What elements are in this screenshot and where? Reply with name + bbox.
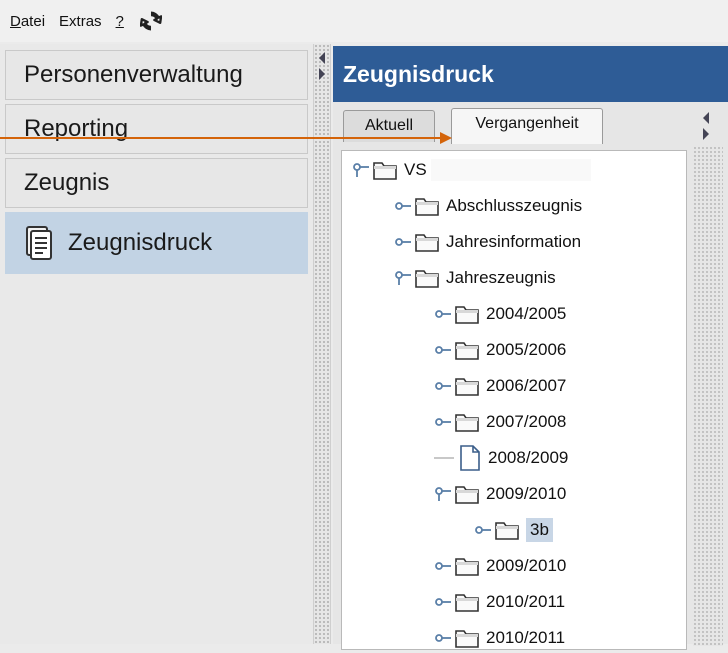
panel-title: Zeugnisdruck [333,46,728,102]
left-navigation: Personenverwaltung Reporting Zeugnis Zeu… [0,44,313,644]
folder-icon [415,198,439,216]
redacted-region [430,159,591,181]
expanded-handle-icon[interactable] [394,270,412,286]
nav-item-zeugnisdruck-label: Zeugnisdruck [68,229,213,256]
tree-node[interactable]: 2006/2007 [434,371,566,401]
nav-item-personenverwaltung[interactable]: Personenverwaltung [5,50,308,100]
tree-node-label: 2004/2005 [486,304,567,323]
tree-node-label: 2005/2006 [486,340,567,359]
tree-node[interactable]: Abschlusszeugnis [394,191,582,221]
tree-node[interactable]: Jahresinformation [394,227,581,257]
folder-icon [455,630,479,648]
collapsed-handle-icon[interactable] [434,414,452,430]
collapsed-handle-icon[interactable] [394,198,412,214]
menu-datei-rest: atei [20,12,46,30]
nav-item-reporting[interactable]: Reporting [5,104,308,154]
folder-icon [455,594,479,612]
tree-node[interactable]: 2007/2008 [434,407,566,437]
tree-node-label: 3b [526,518,553,542]
collapse-arrows-icon[interactable] [701,110,711,144]
folder-icon [455,306,479,324]
folder-icon [455,414,479,432]
tree-node-root[interactable]: VS [352,155,591,185]
tree-node[interactable]: 2010/2011 [434,623,565,653]
folder-icon [495,522,519,540]
tree-connector [434,457,454,459]
split-divider[interactable] [313,44,331,644]
tree-node[interactable]: 3b [474,515,553,545]
folder-icon [415,234,439,252]
side-strip [693,146,723,646]
nav-item-zeugnisdruck[interactable]: Zeugnisdruck [5,212,308,274]
tree-node-label: Jahreszeugnis [446,268,556,287]
folder-icon [455,558,479,576]
folder-icon [455,378,479,396]
tab-aktuell[interactable]: Aktuell [343,110,435,142]
collapsed-handle-icon[interactable] [434,306,452,322]
file-icon [460,445,480,471]
tree-node-label: 2009/2010 [486,484,567,503]
folder-icon [455,486,479,504]
tree-node-label: Abschlusszeugnis [446,196,583,215]
tree-node-label: 2008/2009 [488,448,569,467]
collapse-arrows-icon[interactable] [317,50,327,84]
tree-node-label: VS [404,160,427,179]
folder-icon [455,342,479,360]
tree-node[interactable]: 2009/2010 [434,479,566,509]
folder-icon [373,162,397,180]
tree-node-label: 2009/2010 [486,556,567,575]
folder-icon [415,270,439,288]
menu-datei[interactable]: Datei [10,13,45,30]
tree-node-label: 2010/2011 [486,592,566,611]
tab-bar: Aktuell Vergangenheit [333,102,728,148]
tree-node-label: Jahresinformation [446,232,582,251]
menu-extras[interactable]: Extras [59,13,102,30]
collapsed-handle-icon[interactable] [474,522,492,538]
collapsed-handle-icon[interactable] [434,558,452,574]
collapsed-handle-icon[interactable] [434,594,452,610]
refresh-icon[interactable] [139,10,162,32]
menu-bar: Datei Extras ? [0,0,728,42]
expanded-handle-icon[interactable] [352,162,370,178]
tree-node[interactable]: 2004/2005 [434,299,566,329]
expanded-handle-icon[interactable] [434,486,452,502]
menu-help-label: ? [115,12,124,30]
tree-area: VS Abschlusszeugnis Jahresinformation Jahre… [333,146,728,650]
tree-node-label: 2006/2007 [486,376,567,395]
nav-item-zeugnis[interactable]: Zeugnis [5,158,308,208]
tree-node[interactable]: Jahreszeugnis [394,263,556,293]
tree-node-label: 2007/2008 [486,412,567,431]
tree-view: VS Abschlusszeugnis Jahresinformation Jahre… [341,150,687,650]
collapsed-handle-icon[interactable] [394,234,412,250]
collapsed-handle-icon[interactable] [434,342,452,358]
document-icon [26,226,52,260]
menu-datei-mnemonic: D [10,12,21,30]
tree-node[interactable]: 2005/2006 [434,335,566,365]
tree-node-label: 2010/2011 [486,628,566,647]
collapsed-handle-icon[interactable] [434,378,452,394]
tree-node[interactable]: 2009/2010 [434,551,566,581]
tree-node[interactable]: 2010/2011 [434,587,565,617]
menu-help[interactable]: ? [116,13,124,30]
tab-vergangenheit[interactable]: Vergangenheit [451,108,603,144]
tree-leaf[interactable]: 2008/2009 [434,443,568,473]
